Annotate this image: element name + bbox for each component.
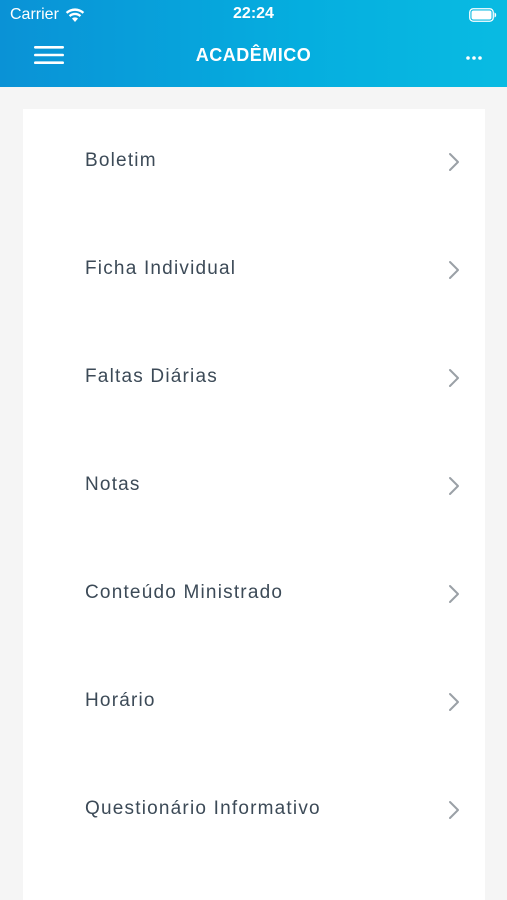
academic-menu-card: Boletim Ficha Individual Faltas Diárias … [23, 109, 485, 900]
status-bar: Carrier 22:24 [0, 0, 507, 30]
menu-item-faltas-diarias[interactable]: Faltas Diárias [23, 325, 485, 433]
menu-item-questionario-informativo[interactable]: Questionário Informativo [23, 757, 485, 865]
menu-item-label: Conteúdo Ministrado [85, 582, 284, 603]
battery-icon [469, 8, 497, 22]
more-dots-icon [465, 48, 483, 66]
chevron-right-icon [447, 260, 461, 280]
menu-item-conteudo-ministrado[interactable]: Conteúdo Ministrado [23, 541, 485, 649]
menu-item-label: Ficha Individual [85, 258, 237, 279]
chevron-right-icon [447, 584, 461, 604]
nav-bar: ACADÊMICO [0, 30, 507, 87]
menu-item-ficha-individual[interactable]: Ficha Individual [23, 217, 485, 325]
header: Carrier 22:24 ACADÊMICO [0, 0, 507, 87]
chevron-right-icon [447, 692, 461, 712]
page-title: ACADÊMICO [195, 45, 312, 65]
chevron-right-icon [447, 800, 461, 820]
menu-item-notas[interactable]: Notas [23, 433, 485, 541]
menu-item-label: Questionário Informativo [85, 798, 321, 819]
chevron-right-icon [447, 476, 461, 496]
menu-item-horario[interactable]: Horário [23, 649, 485, 757]
menu-item-label: Boletim [85, 150, 157, 171]
menu-item-boletim[interactable]: Boletim [23, 109, 485, 217]
chevron-right-icon [447, 152, 461, 172]
menu-item-label: Horário [85, 690, 156, 711]
more-options-button[interactable] [459, 44, 489, 70]
menu-item-label: Faltas Diárias [85, 366, 218, 387]
app-screen: Carrier 22:24 ACADÊMICO Boletim Ficha In… [0, 0, 507, 900]
status-time: 22:24 [233, 5, 274, 22]
chevron-right-icon [447, 368, 461, 388]
menu-item-label: Notas [85, 474, 141, 495]
